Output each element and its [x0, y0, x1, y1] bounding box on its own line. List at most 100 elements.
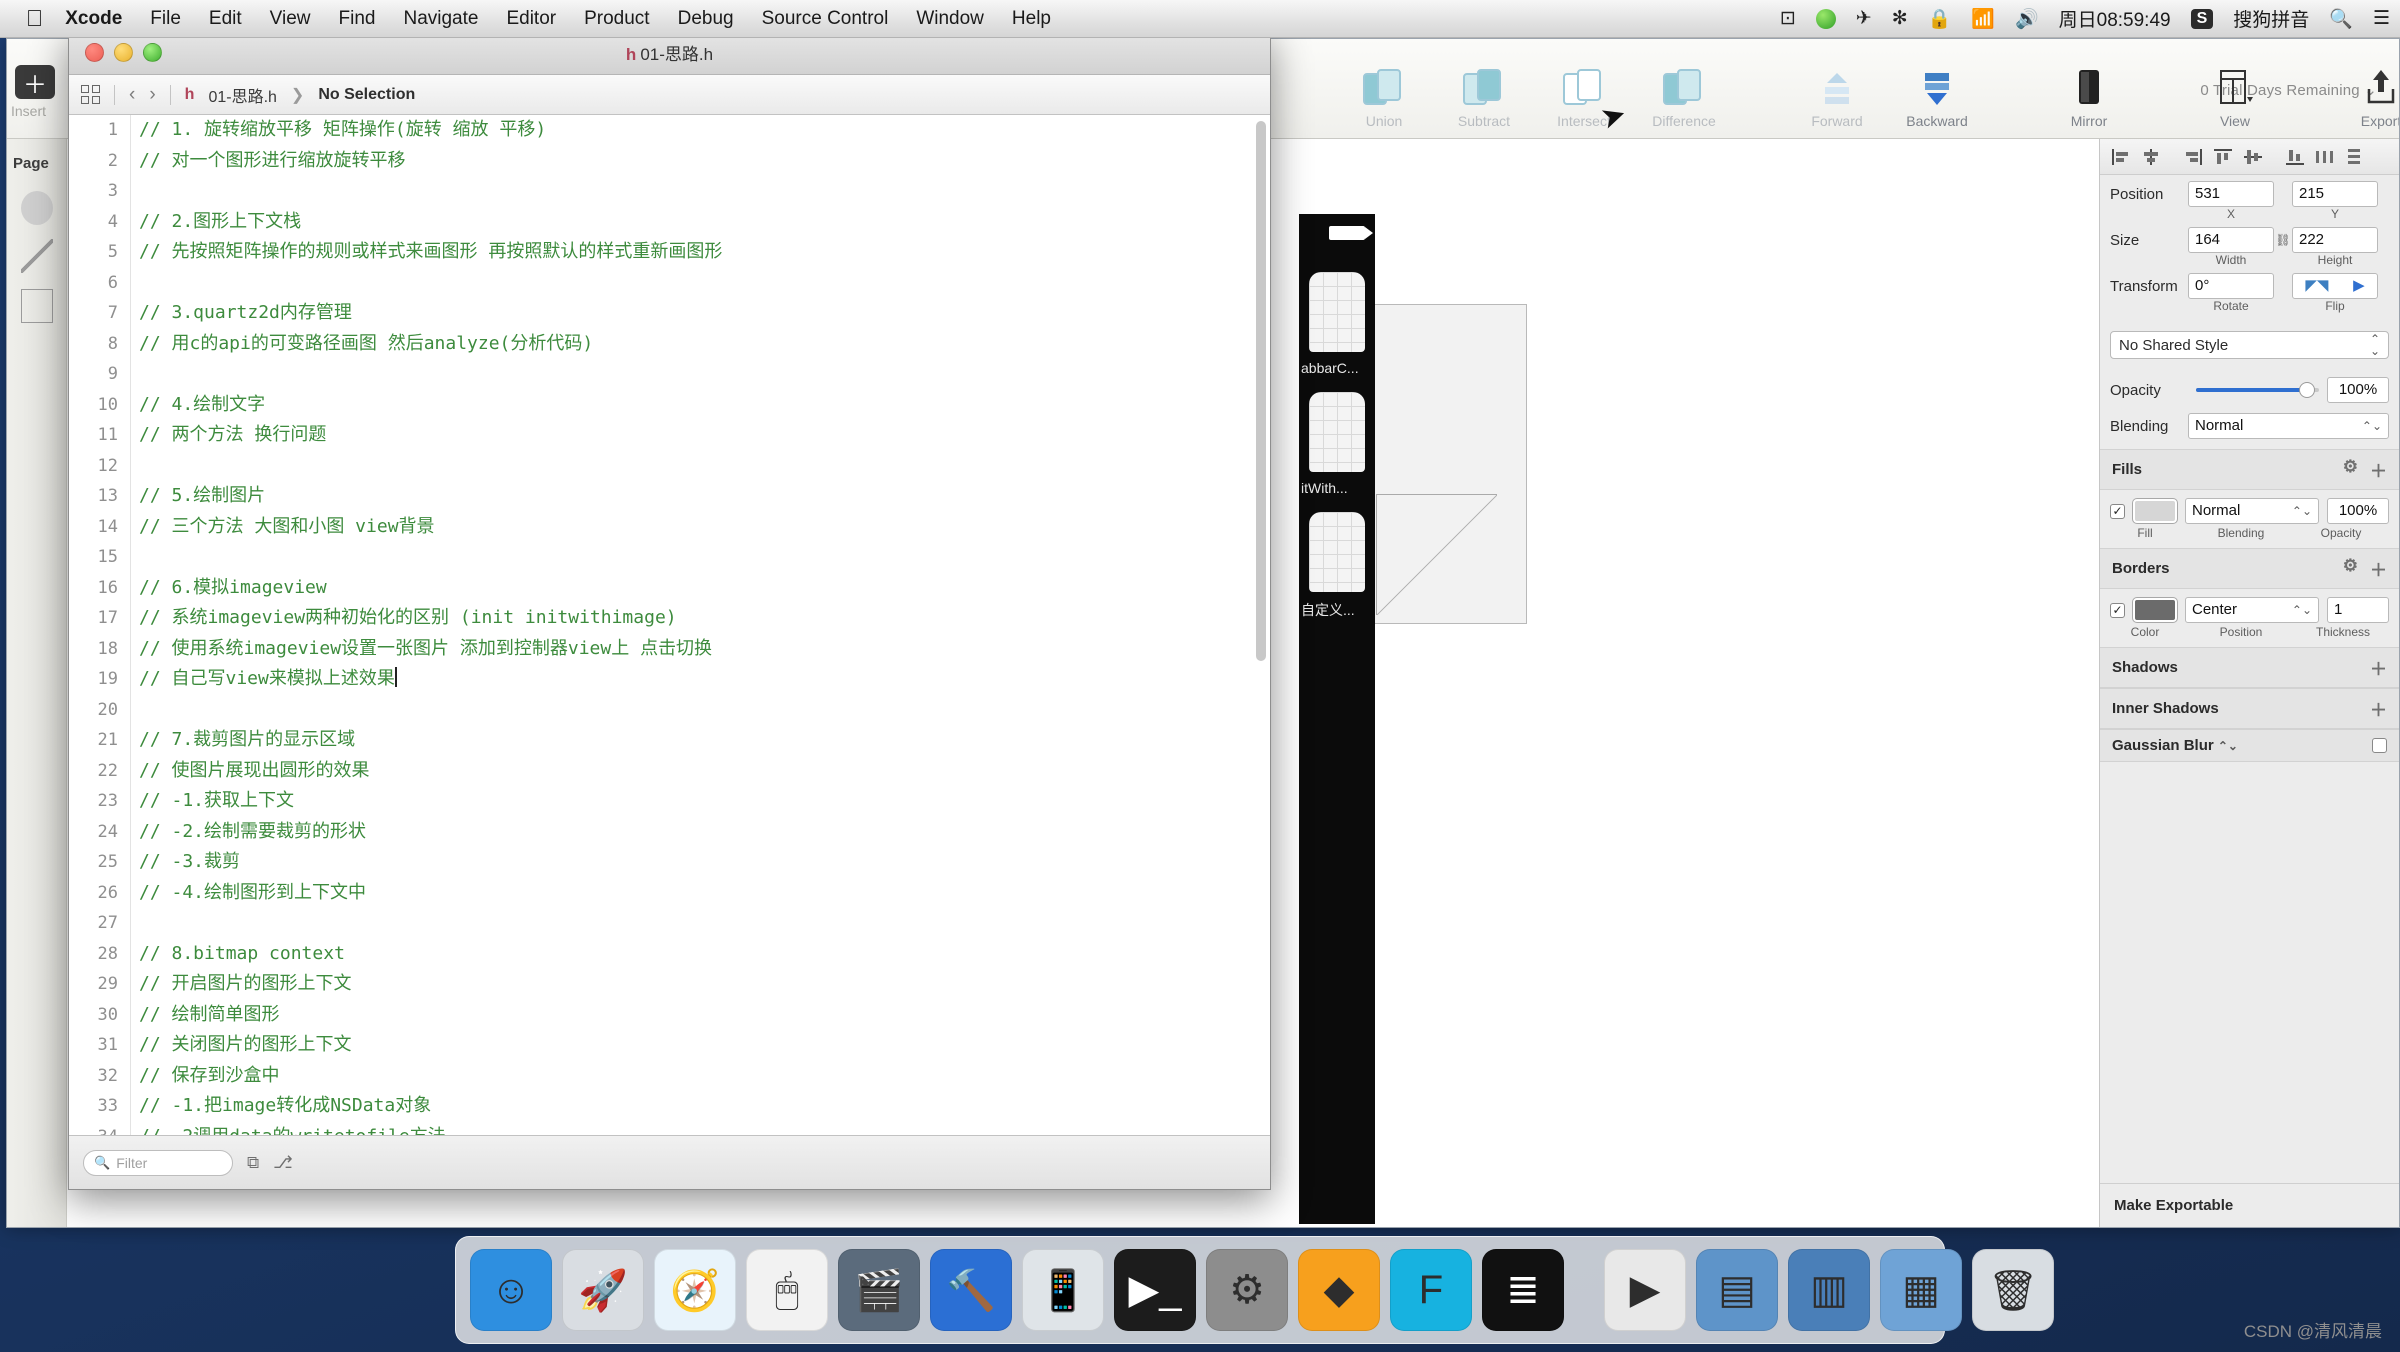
input-method-badge[interactable]: S — [2190, 8, 2214, 29]
opacity-slider[interactable] — [2196, 382, 2319, 398]
menubar-clock[interactable]: 周日08:59:49 — [2059, 5, 2171, 32]
airdrop-icon[interactable]: ✈ — [1856, 7, 1872, 30]
dock-item-trash[interactable]: 🗑 — [1972, 1249, 2054, 1331]
dock-item-source-editor[interactable]: ≣ — [1482, 1249, 1564, 1331]
position-y-input[interactable]: 215 — [2292, 181, 2378, 207]
export-button[interactable]: Export — [2344, 63, 2399, 129]
wifi-icon[interactable]: 📶 — [1971, 7, 1995, 31]
distribute-vertical-icon[interactable] — [2340, 144, 2370, 170]
align-left-icon[interactable] — [2106, 144, 2136, 170]
code-line[interactable]: // 对一个图形进行缩放旋转平移 — [131, 146, 1248, 177]
fill-blending-select[interactable]: Normal ⌃⌄ — [2185, 498, 2319, 524]
fill-checkbox[interactable]: ✓ — [2110, 503, 2125, 519]
plus-icon[interactable]: ＋ — [2370, 457, 2387, 482]
apple-icon[interactable]:  — [26, 7, 43, 30]
code-line[interactable]: // 3.quartz2d内存管理 — [131, 298, 1248, 329]
compare-versions-icon[interactable]: ⧉ — [247, 1153, 259, 1173]
filter-input[interactable]: 🔍 Filter — [83, 1149, 233, 1176]
code-line[interactable]: // -2调用data的writetofile方法 — [131, 1122, 1248, 1136]
dock-item-safari[interactable]: 🧭 — [654, 1249, 736, 1331]
dock-item-terminal[interactable]: ▶_ — [1114, 1249, 1196, 1331]
code-line[interactable]: // -4.绘制图形到上下文中 — [131, 878, 1248, 909]
menu-window[interactable]: Window — [916, 8, 984, 30]
volume-icon[interactable]: 🔊 — [2015, 7, 2039, 31]
dock-item-simulator[interactable]: 📱 — [1022, 1249, 1104, 1331]
code-line[interactable] — [131, 268, 1248, 299]
menu-navigate[interactable]: Navigate — [403, 8, 478, 30]
code-line[interactable]: // -1.获取上下文 — [131, 786, 1248, 817]
flip-vertical-icon[interactable]: ◤◥ — [2305, 274, 2328, 298]
menu-find[interactable]: Find — [339, 8, 376, 30]
code-line[interactable]: // 两个方法 换行问题 — [131, 420, 1248, 451]
code-line[interactable]: // 7.裁剪图片的显示区域 — [131, 725, 1248, 756]
backward-button[interactable]: Backward — [1900, 63, 1974, 129]
git-branch-icon[interactable]: ⎇ — [273, 1153, 293, 1173]
editor-scrollbar[interactable] — [1256, 121, 1266, 661]
insert-button[interactable]: ＋ — [15, 65, 55, 99]
search-icon[interactable]: 🔍 — [2329, 7, 2353, 31]
plus-icon[interactable]: ＋ — [2370, 556, 2387, 581]
input-method-label[interactable]: 搜狗拼音 — [2233, 5, 2309, 32]
union-button[interactable]: Union — [1347, 63, 1421, 129]
code-line[interactable]: // 先按照矩阵操作的规则或样式来画图形 再按照默认的样式重新画图形 — [131, 237, 1248, 268]
code-line[interactable] — [131, 908, 1248, 939]
code-line[interactable]: // 三个方法 大图和小图 view背景 — [131, 512, 1248, 543]
code-line[interactable]: // -3.裁剪 — [131, 847, 1248, 878]
dock-item-finder[interactable]: ☺ — [470, 1249, 552, 1331]
code-line[interactable]: // 系统imageview两种初始化的区别 (init initwithima… — [131, 603, 1248, 634]
code-line[interactable]: // 自己写view来模拟上述效果 — [131, 664, 1248, 695]
artboard-shape[interactable] — [1367, 304, 1527, 624]
rotate-input[interactable]: 0° — [2188, 273, 2274, 299]
menu-debug[interactable]: Debug — [678, 8, 734, 30]
border-checkbox[interactable]: ✓ — [2110, 602, 2125, 618]
flip-buttons[interactable]: ◤◥ ▶ — [2292, 273, 2378, 299]
code-line[interactable]: // 开启图片的图形上下文 — [131, 969, 1248, 1000]
make-exportable-button[interactable]: Make Exportable — [2100, 1183, 2399, 1227]
control-center-icon[interactable]: ☰ — [2373, 7, 2390, 30]
layer-thumb-line[interactable] — [21, 239, 53, 273]
menu-product[interactable]: Product — [584, 8, 649, 30]
code-line[interactable]: // 8.bitmap context — [131, 939, 1248, 970]
dock-item-sketch[interactable]: ◆ — [1298, 1249, 1380, 1331]
code-line[interactable]: // 4.绘制文字 — [131, 390, 1248, 421]
layer-thumb-ellipse[interactable] — [21, 191, 53, 225]
align-center-icon[interactable] — [2136, 144, 2166, 170]
code-line[interactable] — [131, 542, 1248, 573]
code-line[interactable]: // 使图片展现出圆形的效果 — [131, 756, 1248, 787]
code-line[interactable] — [131, 695, 1248, 726]
plus-icon[interactable]: ＋ — [2370, 696, 2387, 721]
breadcrumb-file[interactable]: 01-思路.h — [208, 83, 276, 107]
code-line[interactable]: // 绘制简单图形 — [131, 1000, 1248, 1031]
layer-preview-1[interactable] — [1309, 272, 1365, 352]
code-line[interactable]: // -2.绘制需要裁剪的形状 — [131, 817, 1248, 848]
link-lock-icon[interactable]: ⛓ — [2274, 233, 2292, 247]
dock-item-downloads-folder[interactable]: ▦ — [1880, 1249, 1962, 1331]
code-line[interactable]: // 关闭图片的图形上下文 — [131, 1030, 1248, 1061]
breadcrumb-selection[interactable]: No Selection — [318, 86, 415, 104]
chevron-left-icon[interactable]: ‹ — [129, 84, 135, 106]
size-height-input[interactable]: 222 — [2292, 227, 2378, 253]
menu-source-control[interactable]: Source Control — [762, 8, 889, 30]
menu-file[interactable]: File — [150, 8, 181, 30]
menu-help[interactable]: Help — [1012, 8, 1051, 30]
code-line[interactable]: // 5.绘制图片 — [131, 481, 1248, 512]
dock-item-xcode[interactable]: 🔨 — [930, 1249, 1012, 1331]
difference-button[interactable]: Difference — [1647, 63, 1721, 129]
plus-icon[interactable]: ＋ — [2370, 655, 2387, 680]
forward-button[interactable]: Forward — [1800, 63, 1874, 129]
code-line[interactable]: // 6.模拟imageview — [131, 573, 1248, 604]
gear-icon[interactable]: ⚙ — [2343, 556, 2358, 581]
position-x-input[interactable]: 531 — [2188, 181, 2274, 207]
view-button[interactable]: View — [2198, 63, 2272, 129]
distribute-horizontal-icon[interactable] — [2310, 144, 2340, 170]
green-status-icon[interactable] — [1815, 8, 1836, 29]
menu-xcode[interactable]: Xcode — [65, 8, 122, 30]
chevron-right-icon[interactable]: › — [149, 84, 155, 106]
code-line[interactable]: // 使用系统imageview设置一张图片 添加到控制器view上 点击切换 — [131, 634, 1248, 665]
code-content[interactable]: // 1. 旋转缩放平移 矩阵操作(旋转 缩放 平移)// 对一个图形进行缩放旋… — [131, 115, 1248, 1135]
dock-item-displays-folder[interactable]: ▥ — [1788, 1249, 1870, 1331]
align-middle-icon[interactable] — [2238, 144, 2268, 170]
menu-editor[interactable]: Editor — [506, 8, 556, 30]
code-line[interactable]: // 1. 旋转缩放平移 矩阵操作(旋转 缩放 平移) — [131, 115, 1248, 146]
border-position-select[interactable]: Center ⌃⌄ — [2185, 597, 2319, 623]
